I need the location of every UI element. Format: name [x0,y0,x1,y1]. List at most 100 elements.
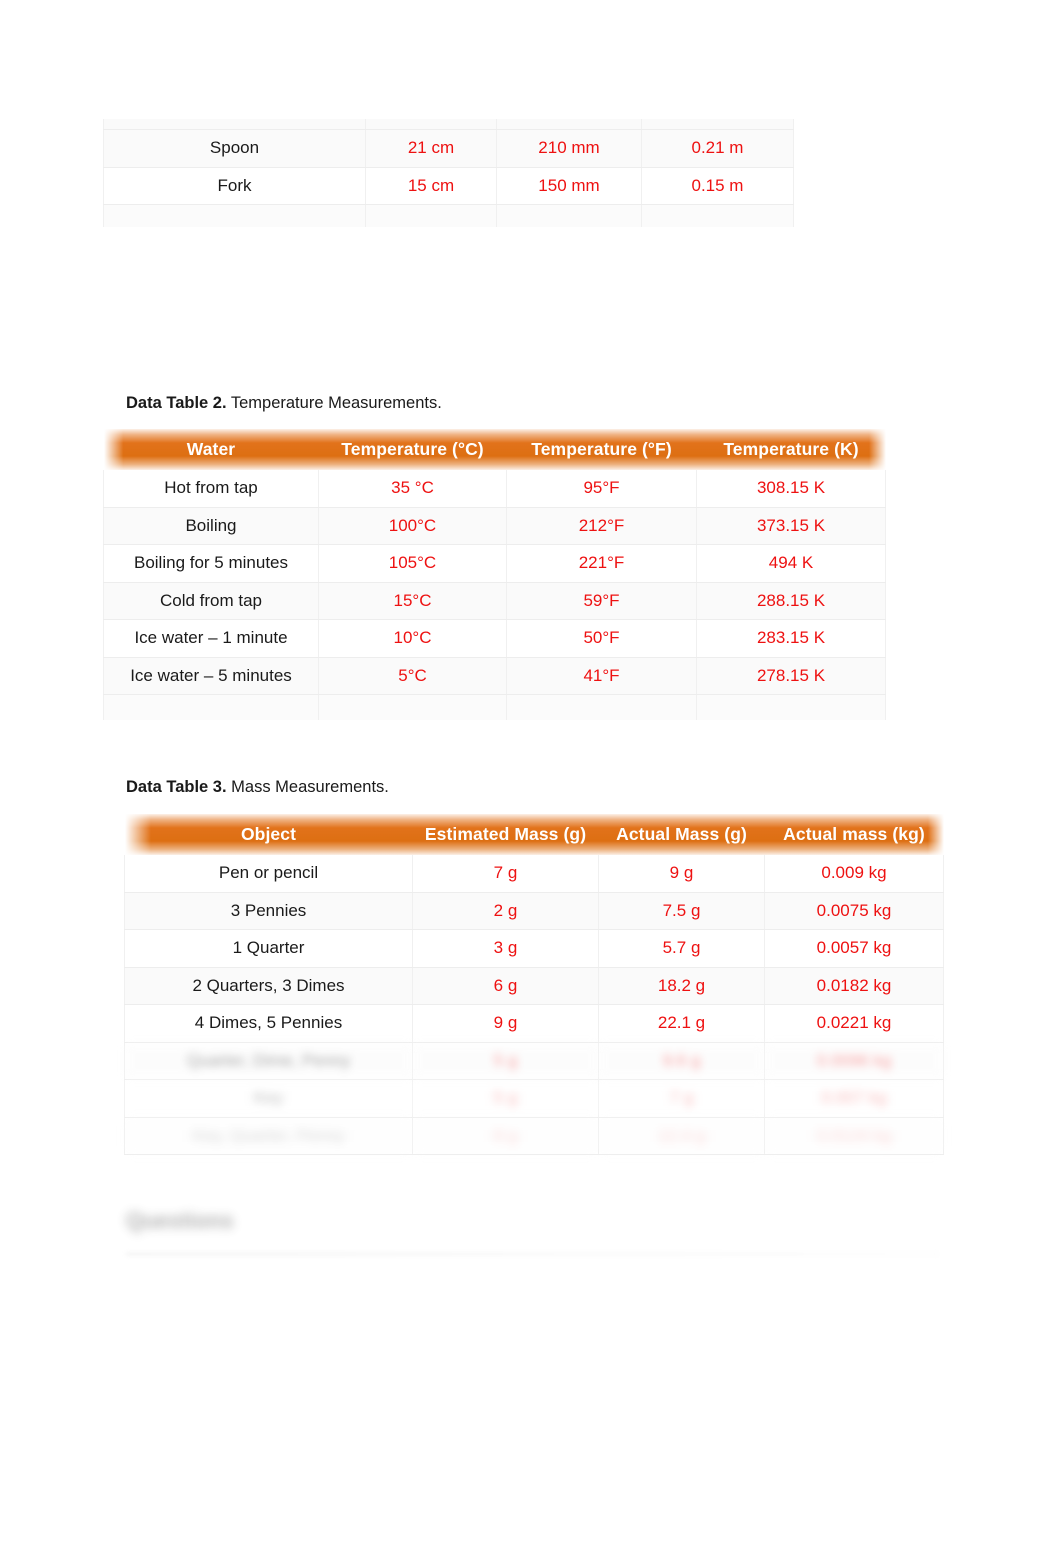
data-table-2-caption-label: Data Table 2. [126,394,227,412]
data-table-2-caption-text: Temperature Measurements. [226,394,442,412]
cell-water: Ice water – 1 minute [103,619,319,658]
table-row: Fork 15 cm 150 mm 0.15 m [103,167,794,205]
cell-celsius: 10°C [318,619,507,658]
cell-fahrenheit: 50°F [506,619,697,658]
cell-actual-mass-kg: 0.0057 kg [764,929,944,968]
cell-water: Boiling [103,507,319,545]
cell-kelvin: 494 K [696,544,886,583]
table-row-spacer [103,694,886,720]
data-table-2: Water Temperature (°C) Temperature (°F) … [103,429,886,720]
data-table-3-caption: Data Table 3. Mass Measurements. [126,778,389,797]
column-header-temperature-fahrenheit: Temperature (°F) [506,429,697,470]
data-table-2-body: Hot from tap 35 °C 95°F 308.15 K Boiling… [103,470,886,720]
cell-kelvin: 278.15 K [696,657,886,695]
questions-section-heading: Questions [126,1208,234,1233]
cell-estimated-mass: 5 g [412,1079,599,1118]
column-header-actual-mass-grams: Actual Mass (g) [598,814,765,855]
table-row-obscured: Key 5 g 7 g 0.007 kg [124,1079,944,1118]
spacer-cell [365,204,497,227]
table-row-obscured: Key, Quarter, Penny 8 g 12.4 g 0.0124 kg [124,1117,944,1155]
cell-water: Boiling for 5 minutes [103,544,319,583]
cell-object: 4 Dimes, 5 Pennies [124,1004,413,1043]
data-table-2-head: Water Temperature (°C) Temperature (°F) … [103,429,886,470]
cell-actual-mass-kg: 0.0221 kg [764,1004,944,1043]
data-table-1-body: Spoon 21 cm 210 mm 0.21 m Fork 15 cm 150… [103,119,794,227]
cell-estimated-mass: 6 g [412,967,599,1005]
data-table-3-container: Object Estimated Mass (g) Actual Mass (g… [124,814,944,1155]
spacer-cell [696,694,886,720]
questions-section-divider [126,1253,939,1255]
spacer-cell [506,694,697,720]
table-row: 1 Quarter 3 g 5.7 g 0.0057 kg [124,929,944,968]
cell-actual-mass-g: 22.1 g [598,1004,765,1043]
cell-celsius: 35 °C [318,470,507,508]
table-row: 4 Dimes, 5 Pennies 9 g 22.1 g 0.0221 kg [124,1004,944,1043]
data-table-3-body: Pen or pencil 7 g 9 g 0.009 kg 3 Pennies… [124,855,944,1155]
spacer-cell [496,204,642,227]
cell-centimeters: 15 cm [365,167,497,205]
cell-kelvin: 373.15 K [696,507,886,545]
table-header-row: Object Estimated Mass (g) Actual Mass (g… [124,814,944,855]
cell-fahrenheit: 41°F [506,657,697,695]
table-row: Boiling 100°C 212°F 373.15 K [103,507,886,545]
column-header-actual-mass-kilograms: Actual mass (kg) [764,814,944,855]
spacer-cell [641,204,794,227]
cell-estimated-mass: 2 g [412,892,599,930]
cell-object: Spoon [103,129,366,168]
cell-estimated-mass: 5 g [412,1042,599,1080]
table-row: Cold from tap 15°C 59°F 288.15 K [103,582,886,620]
cell-object: Key, Quarter, Penny [124,1117,413,1155]
cell-centimeters: 21 cm [365,129,497,168]
table-row: Ice water – 5 minutes 5°C 41°F 278.15 K [103,657,886,695]
spacer-cell [318,694,507,720]
cell-actual-mass-kg: 0.0124 kg [764,1117,944,1155]
cell-actual-mass-g: 12.4 g [598,1117,765,1155]
data-table-3-caption-text: Mass Measurements. [226,778,389,796]
table-header-row: Water Temperature (°C) Temperature (°F) … [103,429,886,470]
cell-celsius: 15°C [318,582,507,620]
cell-object: Quarter, Dime, Penny [124,1042,413,1080]
cell-object: 3 Pennies [124,892,413,930]
table-row: Ice water – 1 minute 10°C 50°F 283.15 K [103,619,886,658]
cell-meters: 0.21 m [641,129,794,168]
data-table-3: Object Estimated Mass (g) Actual Mass (g… [124,814,944,1155]
cell-millimeters: 210 mm [496,129,642,168]
cell-actual-mass-kg: 0.0182 kg [764,967,944,1005]
cell-actual-mass-kg: 0.0075 kg [764,892,944,930]
spacer-cell [103,694,319,720]
rule-cell [365,119,497,130]
cell-actual-mass-kg: 0.009 kg [764,855,944,893]
cell-kelvin: 288.15 K [696,582,886,620]
cell-celsius: 100°C [318,507,507,545]
cell-celsius: 105°C [318,544,507,583]
cell-fahrenheit: 221°F [506,544,697,583]
cell-kelvin: 308.15 K [696,470,886,508]
column-header-water: Water [103,429,319,470]
cell-kelvin: 283.15 K [696,619,886,658]
cell-millimeters: 150 mm [496,167,642,205]
column-header-estimated-mass-grams: Estimated Mass (g) [412,814,599,855]
data-table-3-head: Object Estimated Mass (g) Actual Mass (g… [124,814,944,855]
cell-actual-mass-g: 5.7 g [598,929,765,968]
cell-estimated-mass: 8 g [412,1117,599,1155]
cell-object: 2 Quarters, 3 Dimes [124,967,413,1005]
cell-fahrenheit: 212°F [506,507,697,545]
data-table-1-container: Spoon 21 cm 210 mm 0.21 m Fork 15 cm 150… [103,119,794,227]
cell-fahrenheit: 59°F [506,582,697,620]
cell-estimated-mass: 3 g [412,929,599,968]
cell-object: 1 Quarter [124,929,413,968]
cell-water: Hot from tap [103,470,319,508]
table-row: Pen or pencil 7 g 9 g 0.009 kg [124,855,944,893]
cell-object: Pen or pencil [124,855,413,893]
table-row-obscured: Quarter, Dime, Penny 5 g 9.6 g 0.0096 kg [124,1042,944,1080]
cell-actual-mass-g: 9.6 g [598,1042,765,1080]
spacer-cell [103,204,366,227]
column-header-temperature-celsius: Temperature (°C) [318,429,507,470]
rule-cell [641,119,794,130]
cell-water: Cold from tap [103,582,319,620]
cell-estimated-mass: 9 g [412,1004,599,1043]
cell-fahrenheit: 95°F [506,470,697,508]
cell-actual-mass-g: 9 g [598,855,765,893]
table-row: 3 Pennies 2 g 7.5 g 0.0075 kg [124,892,944,930]
table-row: Boiling for 5 minutes 105°C 221°F 494 K [103,544,886,583]
